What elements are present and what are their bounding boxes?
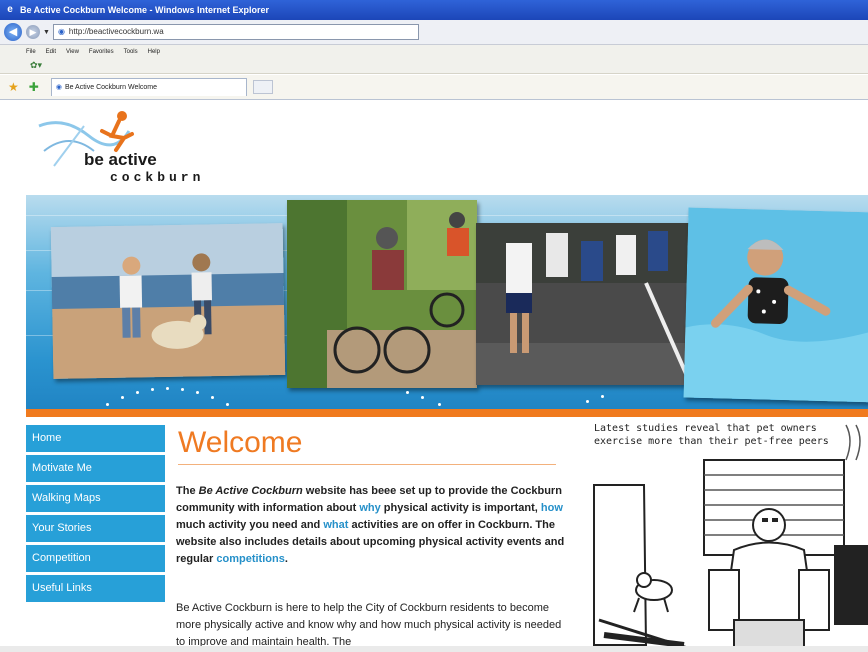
menu-tools[interactable]: Tools [124,49,138,55]
toolbar-row: ✿▾ [0,58,868,74]
intro-text: . [284,553,288,565]
address-input[interactable]: ◉ http://beactivecockburn.wa [52,24,419,40]
decorative-dot [226,403,229,406]
address-url: http://beactivecockburn.wa [68,27,164,36]
menu-bar: File Edit View Favorites Tools Help [0,45,868,58]
window-title: Be Active Cockburn Welcome - Windows Int… [20,5,269,15]
intro-text: much activity you need and [176,519,324,531]
forward-button[interactable]: ▶ [26,25,40,39]
intro-site-name: Be Active Cockburn [198,485,303,497]
toolbar-icon[interactable]: ✿▾ [30,60,42,71]
tab-page-icon: ◉ [55,83,62,91]
nav-useful-links[interactable]: Useful Links [26,575,165,602]
decorative-dot [151,388,154,391]
nav-motivate-me[interactable]: Motivate Me [26,455,165,482]
intro-paragraph: The Be Active Cockburn website has beee … [176,483,568,568]
menu-view[interactable]: View [66,49,79,55]
menu-file[interactable]: File [26,49,36,55]
hero-banner [26,195,868,417]
window-left-edge [0,100,26,652]
side-navigation: Home Motivate Me Walking Maps Your Stori… [26,425,165,605]
banner-orange-bar [26,409,868,417]
cartoon-illustration [593,424,868,652]
nav-competition[interactable]: Competition [26,545,165,572]
decorative-dot [601,395,604,398]
decorative-dot [106,403,109,406]
photo-cyclists [287,200,477,388]
tab-active[interactable]: ◉ Be Active Cockburn Welcome [50,78,247,96]
site-logo[interactable]: be active cockburn [34,106,224,196]
decorative-dot [211,396,214,399]
nav-home[interactable]: Home [26,425,165,452]
logo-text-cockburn: cockburn [110,170,205,185]
tab-label: Be Active Cockburn Welcome [64,83,158,91]
menu-favorites[interactable]: Favorites [89,49,114,55]
page-icon: ◉ [57,27,65,36]
intro-text: physical activity is important, [380,502,541,514]
photo-beach-kids [50,222,286,380]
link-competitions[interactable]: competitions [216,553,284,565]
photo-swimmer [683,207,868,403]
intro-text: The [176,485,199,497]
menu-help[interactable]: Help [148,49,160,55]
nav-your-stories[interactable]: Your Stories [26,515,165,542]
address-bar: ◀ ▶ ▼ ◉ http://beactivecockburn.wa [0,20,868,45]
decorative-dot [136,391,139,394]
photo-runners [476,223,692,385]
decorative-dot [166,387,169,390]
favorites-star-icon[interactable]: ★ [8,80,19,94]
nav-walking-maps[interactable]: Walking Maps [26,485,165,512]
ie-icon: e [7,4,13,15]
decorative-dot [121,396,124,399]
tab-bar: ★ ✚ ◉ Be Active Cockburn Welcome [0,75,868,100]
decorative-dot [181,388,184,391]
new-tab-button[interactable] [252,80,273,94]
link-why[interactable]: why [359,502,380,514]
logo-text-be-active: be active [84,150,157,169]
menu-edit[interactable]: Edit [46,49,56,55]
back-button[interactable]: ◀ [4,23,22,41]
add-favorites-icon[interactable]: ✚ [29,80,39,94]
decorative-dot [586,400,589,403]
status-bar [0,646,868,652]
decorative-dot [196,391,199,394]
link-what[interactable]: what [323,519,348,531]
pet-owners-cartoon: Latest studies reveal that pet owners ex… [584,420,868,652]
decorative-dot [406,391,409,394]
decorative-dot [421,396,424,399]
decorative-dot [438,403,441,406]
link-how[interactable]: how [541,502,563,514]
page-title: Welcome [178,426,303,459]
title-divider [178,464,556,465]
history-dropdown-icon[interactable]: ▼ [43,29,50,36]
body-paragraph: Be Active Cockburn is here to help the C… [176,602,562,648]
web-page: be active cockburn Home Motivate Me Walk… [26,100,868,652]
window-title-bar: e Be Active Cockburn Welcome - Windows I… [0,0,868,20]
